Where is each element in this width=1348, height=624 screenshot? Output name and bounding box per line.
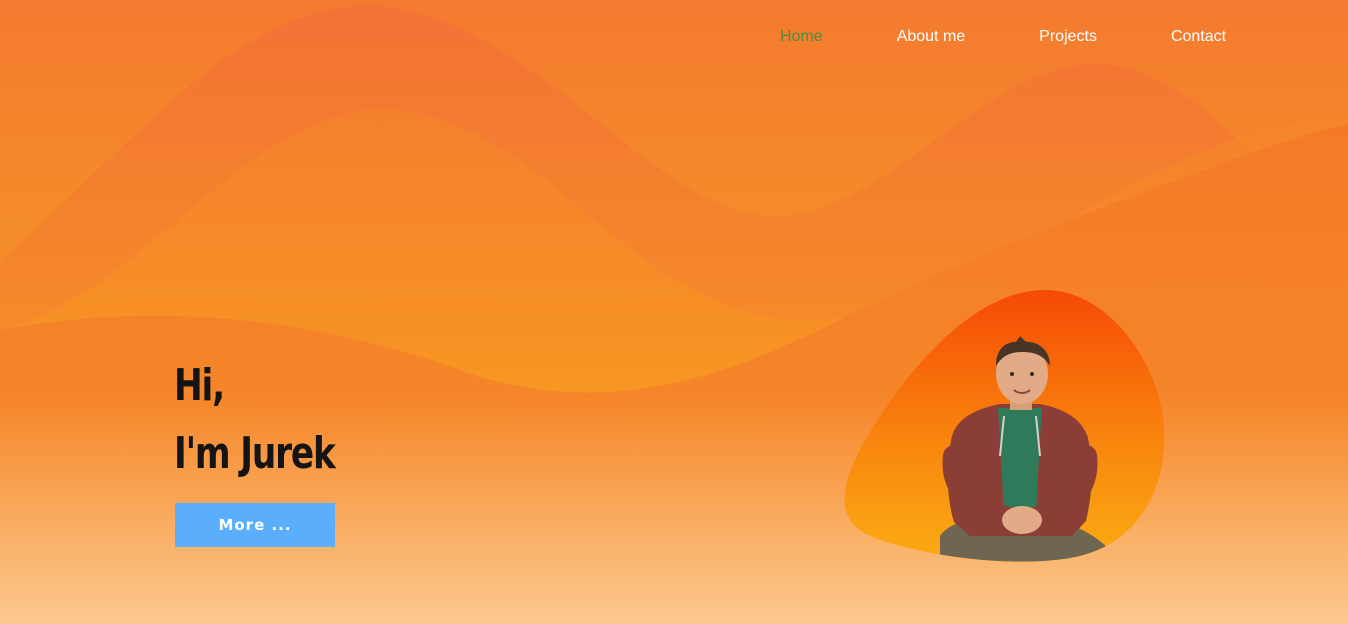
nav-item-contact[interactable]: Contact bbox=[1161, 26, 1236, 48]
hero-heading: Hi, I'm Jurek bbox=[174, 352, 336, 488]
main-nav: Home About me Projects Contact bbox=[770, 26, 1290, 48]
more-button[interactable]: More ... bbox=[175, 503, 335, 547]
nav-item-projects[interactable]: Projects bbox=[1029, 26, 1107, 48]
nav-item-home[interactable]: Home bbox=[770, 26, 833, 48]
portrait-photo bbox=[844, 290, 1165, 562]
greeting-line-1: Hi, bbox=[174, 360, 225, 411]
greeting-line-2: I'm Jurek bbox=[174, 428, 336, 479]
nav-item-about-me[interactable]: About me bbox=[887, 26, 975, 48]
